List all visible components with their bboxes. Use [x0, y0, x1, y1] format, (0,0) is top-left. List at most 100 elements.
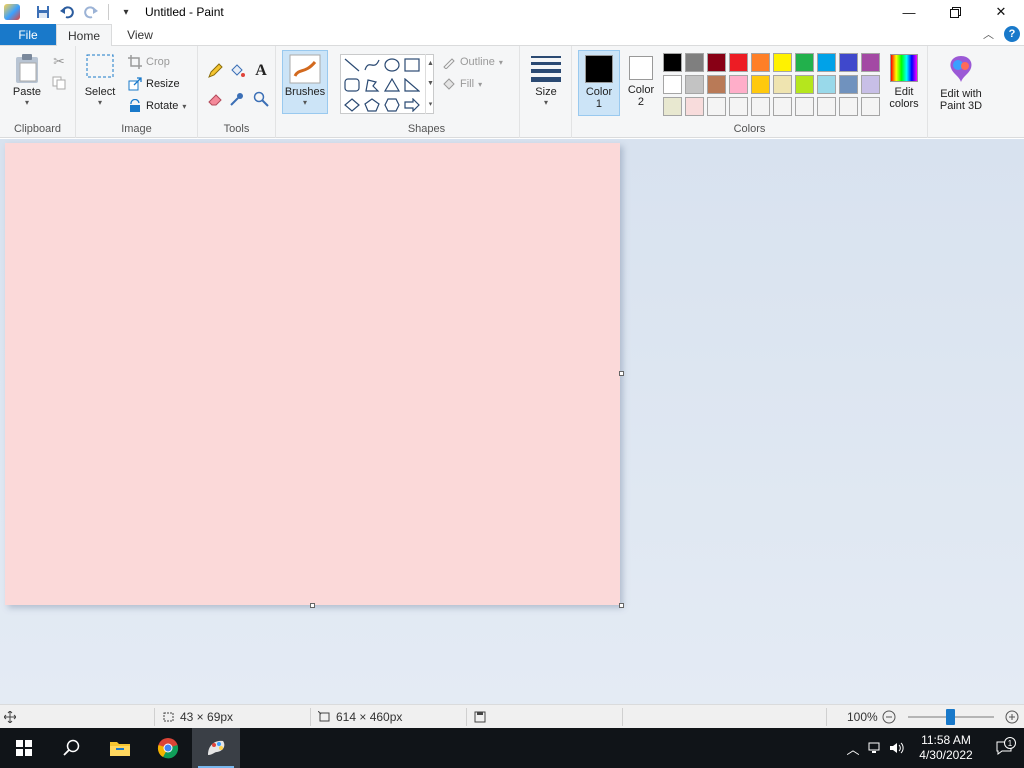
- file-size: [474, 705, 486, 729]
- resize-button[interactable]: Resize: [128, 77, 180, 91]
- chevron-up-icon[interactable]: ︿: [983, 26, 994, 42]
- color-picker-icon[interactable]: [228, 90, 246, 108]
- brushes-button[interactable]: Brushes ▾: [282, 50, 328, 114]
- zoom-out-button[interactable]: [882, 705, 896, 729]
- rotate-button[interactable]: Rotate ▾: [128, 99, 186, 113]
- tab-home[interactable]: Home: [56, 24, 112, 46]
- palette-swatch[interactable]: [795, 97, 814, 116]
- tab-file[interactable]: File: [0, 24, 56, 45]
- palette-swatch[interactable]: [795, 75, 814, 94]
- palette-swatch[interactable]: [707, 53, 726, 72]
- edit-colors-button[interactable]: Edit colors: [884, 54, 924, 110]
- palette-swatch[interactable]: [729, 97, 748, 116]
- oval-shape-icon[interactable]: [384, 58, 400, 72]
- chevron-up-icon[interactable]: ▲: [427, 60, 434, 67]
- help-icon[interactable]: ?: [1004, 26, 1020, 42]
- line-shape-icon[interactable]: [344, 58, 360, 72]
- palette-swatch[interactable]: [663, 97, 682, 116]
- right-triangle-shape-icon[interactable]: [404, 78, 420, 92]
- taskbar-chrome[interactable]: [144, 728, 192, 768]
- palette-swatch[interactable]: [707, 75, 726, 94]
- drawing-canvas[interactable]: [5, 143, 620, 605]
- redo-icon[interactable]: [82, 3, 100, 21]
- eraser-icon[interactable]: [206, 90, 224, 108]
- palette-swatch[interactable]: [685, 75, 704, 94]
- palette-swatch[interactable]: [663, 53, 682, 72]
- palette-swatch[interactable]: [839, 53, 858, 72]
- crop-button[interactable]: Crop: [128, 55, 170, 69]
- palette-swatch[interactable]: [685, 53, 704, 72]
- palette-swatch[interactable]: [773, 75, 792, 94]
- arrow-shape-icon[interactable]: [404, 98, 420, 112]
- color1-button[interactable]: Color 1: [578, 50, 620, 116]
- crop-label: Crop: [146, 56, 170, 68]
- canvas-resize-handle-right[interactable]: [619, 371, 624, 376]
- qat-customize-icon[interactable]: ▾: [117, 3, 135, 21]
- rotate-label: Rotate: [146, 100, 179, 112]
- polygon-shape-icon[interactable]: [364, 78, 380, 92]
- palette-swatch[interactable]: [817, 53, 836, 72]
- palette-swatch[interactable]: [751, 75, 770, 94]
- taskbar-paint[interactable]: [192, 728, 240, 768]
- palette-swatch[interactable]: [729, 75, 748, 94]
- network-icon[interactable]: [864, 742, 886, 754]
- fill-bucket-icon[interactable]: [228, 62, 246, 80]
- canvas-resize-handle-bottom[interactable]: [310, 603, 315, 608]
- palette-swatch[interactable]: [751, 53, 770, 72]
- size-button[interactable]: Size ▾: [528, 52, 564, 107]
- rounded-rectangle-shape-icon[interactable]: [344, 78, 360, 92]
- rectangle-shape-icon[interactable]: [404, 58, 420, 72]
- close-icon[interactable]: ✕: [978, 0, 1024, 24]
- magnifier-icon[interactable]: [252, 90, 270, 108]
- pentagon-shape-icon[interactable]: [364, 98, 380, 112]
- shapes-gallery-scroll[interactable]: ▲ ▼ ▾: [425, 54, 435, 114]
- palette-swatch[interactable]: [707, 97, 726, 116]
- chevron-up-icon[interactable]: ︿: [842, 739, 864, 758]
- search-button[interactable]: [48, 728, 96, 768]
- cut-icon[interactable]: ✂: [50, 52, 68, 70]
- palette-swatch[interactable]: [839, 97, 858, 116]
- palette-swatch[interactable]: [773, 97, 792, 116]
- palette-swatch[interactable]: [839, 75, 858, 94]
- paint-app-icon[interactable]: [4, 4, 20, 20]
- fill-button[interactable]: Fill ▾: [442, 77, 482, 91]
- pencil-icon[interactable]: [206, 62, 224, 80]
- palette-swatch[interactable]: [751, 97, 770, 116]
- palette-swatch[interactable]: [817, 97, 836, 116]
- text-tool-icon[interactable]: A: [252, 62, 270, 80]
- zoom-slider-thumb[interactable]: [946, 709, 955, 725]
- palette-swatch[interactable]: [861, 97, 880, 116]
- start-button[interactable]: [0, 728, 48, 768]
- zoom-in-button[interactable]: [1005, 705, 1019, 729]
- triangle-shape-icon[interactable]: [384, 78, 400, 92]
- palette-swatch[interactable]: [663, 75, 682, 94]
- diamond-shape-icon[interactable]: [344, 98, 360, 112]
- copy-icon[interactable]: [50, 74, 68, 92]
- palette-swatch[interactable]: [795, 53, 814, 72]
- palette-swatch[interactable]: [861, 75, 880, 94]
- tab-view[interactable]: View: [112, 24, 168, 45]
- notifications-button[interactable]: 1: [984, 737, 1024, 755]
- color2-button[interactable]: Color 2: [620, 50, 662, 116]
- edit-with-paint3d-button[interactable]: Edit with Paint 3D: [934, 54, 988, 112]
- taskbar-file-explorer[interactable]: [96, 728, 144, 768]
- curve-shape-icon[interactable]: [364, 58, 380, 72]
- minimize-icon[interactable]: —: [886, 0, 932, 24]
- outline-button[interactable]: Outline ▾: [442, 55, 503, 69]
- palette-swatch[interactable]: [861, 53, 880, 72]
- palette-swatch[interactable]: [729, 53, 748, 72]
- undo-icon[interactable]: [58, 3, 76, 21]
- palette-swatch[interactable]: [817, 75, 836, 94]
- taskbar-clock[interactable]: 11:58 AM 4/30/2022: [908, 733, 984, 763]
- maximize-icon[interactable]: [932, 0, 978, 24]
- palette-swatch[interactable]: [685, 97, 704, 116]
- canvas-resize-handle-corner[interactable]: [619, 603, 624, 608]
- save-icon[interactable]: [34, 3, 52, 21]
- chevron-down-icon[interactable]: ▼: [427, 80, 434, 87]
- volume-icon[interactable]: [886, 742, 908, 754]
- gallery-expand-icon[interactable]: ▾: [429, 100, 433, 108]
- paste-button[interactable]: Paste ▾: [8, 52, 46, 107]
- select-button[interactable]: Select ▾: [82, 52, 118, 107]
- hexagon-shape-icon[interactable]: [384, 98, 400, 112]
- palette-swatch[interactable]: [773, 53, 792, 72]
